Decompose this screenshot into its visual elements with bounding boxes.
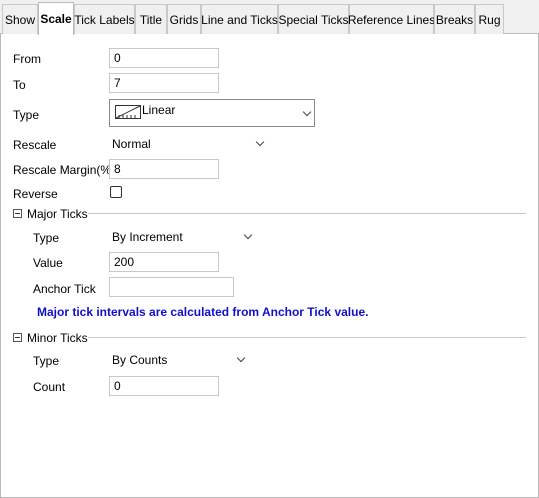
major-type-label: Type <box>33 231 60 245</box>
tab-label: Rug <box>478 12 501 27</box>
rescale-label: Rescale <box>13 138 57 152</box>
tab-title[interactable]: Title <box>135 4 167 34</box>
major-value-input[interactable]: 200 <box>109 252 219 272</box>
chevron-down-icon <box>255 137 265 147</box>
major-value-value: 200 <box>114 255 135 269</box>
reverse-label: Reverse <box>13 187 58 201</box>
major-ticks-group-label: Major Ticks <box>27 207 88 221</box>
tab-label: Line and Ticks <box>201 12 278 27</box>
minor-type-dropdown[interactable]: By Counts <box>109 350 250 370</box>
to-value: 7 <box>114 76 121 90</box>
chevron-down-icon <box>243 230 253 240</box>
tab-tick-labels[interactable]: Tick Labels <box>74 4 135 34</box>
tab-label: Show <box>4 12 36 27</box>
group-divider <box>88 213 526 214</box>
minor-ticks-group-label: Minor Ticks <box>27 331 88 345</box>
group-divider <box>88 337 526 338</box>
minor-type-value: By Counts <box>112 353 168 367</box>
major-ticks-info-text: Major tick intervals are calculated from… <box>37 305 369 319</box>
rescale-value: Normal <box>112 137 151 151</box>
anchor-tick-label: Anchor Tick <box>33 282 96 296</box>
chevron-down-icon <box>236 353 246 363</box>
tab-label: Scale <box>40 12 72 26</box>
minor-count-value: 0 <box>114 379 121 393</box>
tab-breaks[interactable]: Breaks <box>434 4 475 34</box>
chevron-down-icon <box>302 107 312 117</box>
tab-grids[interactable]: Grids <box>167 4 201 34</box>
scale-type-value: Linear <box>142 103 176 117</box>
collapse-icon[interactable] <box>13 209 22 218</box>
tab-label: Grids <box>169 12 199 27</box>
tab-line-and-ticks[interactable]: Line and Ticks <box>201 4 278 34</box>
reverse-checkbox[interactable] <box>110 186 122 198</box>
to-input[interactable]: 7 <box>109 73 219 93</box>
major-value-label: Value <box>33 256 63 270</box>
tab-label: Special Ticks <box>278 12 349 27</box>
minor-count-input[interactable]: 0 <box>109 376 219 396</box>
tab-reference-lines[interactable]: Reference Lines <box>347 4 436 34</box>
tab-label: Breaks <box>435 12 474 27</box>
collapse-icon[interactable] <box>13 333 22 342</box>
tab-show[interactable]: Show <box>2 4 38 34</box>
minor-type-label: Type <box>33 354 60 368</box>
scale-type-label: Type <box>13 108 40 122</box>
rescale-dropdown[interactable]: Normal <box>109 134 269 154</box>
linear-scale-icon <box>115 105 141 122</box>
minor-count-label: Count <box>33 380 66 394</box>
scale-type-dropdown[interactable]: Linear <box>109 99 315 127</box>
to-label: To <box>13 78 26 92</box>
tab-label: Tick Labels <box>74 12 135 27</box>
tab-rug[interactable]: Rug <box>475 4 504 34</box>
from-input[interactable]: 0 <box>109 48 219 68</box>
from-label: From <box>13 52 41 66</box>
tab-label: Reference Lines <box>347 12 436 27</box>
tab-special-ticks[interactable]: Special Ticks <box>278 4 349 34</box>
from-value: 0 <box>114 51 121 65</box>
anchor-tick-input[interactable] <box>109 277 234 297</box>
rescale-margin-input[interactable]: 8 <box>109 159 219 179</box>
major-type-value: By Increment <box>112 230 183 244</box>
major-type-dropdown[interactable]: By Increment <box>109 227 257 247</box>
tab-scale[interactable]: Scale <box>38 2 74 35</box>
rescale-margin-value: 8 <box>114 162 121 176</box>
tab-bar: Show Scale Tick Labels Title Grids Line … <box>0 0 539 35</box>
rescale-margin-label: Rescale Margin(%) <box>13 163 116 177</box>
tab-label: Title <box>139 12 163 27</box>
